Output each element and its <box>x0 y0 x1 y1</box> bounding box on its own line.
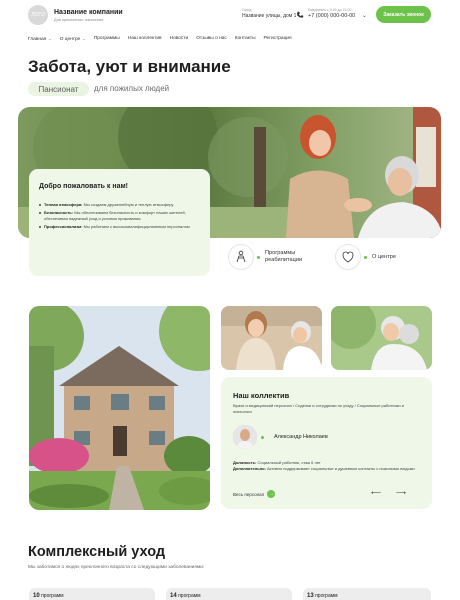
nav-item-1[interactable]: Главная ⌄ <box>28 36 52 44</box>
all-staff-link[interactable]: Весь персонал → <box>233 490 276 498</box>
center-icon <box>335 244 361 270</box>
feature-about-center[interactable]: О центре <box>335 244 396 270</box>
feature-label: О центре <box>372 253 397 260</box>
nav-item-label: Главная <box>28 37 47 42</box>
team-photo-2 <box>331 306 432 370</box>
program-card[interactable]: 14 программ <box>166 588 292 600</box>
company-tagline: Для преклонных: пансионат <box>54 18 104 22</box>
nav-item-5[interactable]: Новости <box>170 36 189 44</box>
program-count: 14 программ <box>170 593 201 599</box>
team-title: Наш коллектив <box>233 391 290 400</box>
working-hours: Ежедневно с 9:00 до 21:00 <box>308 8 352 12</box>
program-count: 10 программ <box>33 593 64 599</box>
address-label: Город <box>242 8 252 12</box>
feature-dot <box>364 255 367 259</box>
nav-item-4[interactable]: Наш коллектив <box>128 36 162 44</box>
welcome-card: Добро пожаловать к нам! Теплая атмосфера… <box>29 169 210 276</box>
prev-arrow-icon[interactable]: ⟵ <box>371 489 381 497</box>
rehab-icon <box>228 244 254 270</box>
person-dot <box>261 436 264 439</box>
site-header: ЛОГО Название компании Для преклонных: п… <box>0 0 460 30</box>
nav-item-label: О центре <box>59 37 81 42</box>
person-info: Должность: Социальный работник, стаж 6 л… <box>233 460 415 471</box>
nav-item-8[interactable]: Регистрация <box>264 36 292 44</box>
chevron-down-icon: ⌄ <box>47 36 52 41</box>
nav-item-label: Контакты <box>234 36 256 41</box>
chevron-down-icon: ⌄ <box>81 36 86 41</box>
nav-item-6[interactable]: Отзывы о нас <box>196 36 227 44</box>
hero-pill: Пансионат <box>28 82 89 96</box>
section-subtitle: Мы заботимся о людях преклонного возраст… <box>28 565 205 570</box>
welcome-list: Теплая атмосфера: Мы создаем дружелюбную… <box>39 202 205 232</box>
nav-item-7[interactable]: Контакты <box>235 36 256 44</box>
next-arrow-icon[interactable]: ⟶ <box>396 489 406 497</box>
chevron-down-icon[interactable]: ⌄ <box>362 12 367 19</box>
team-photo-1 <box>221 306 322 370</box>
house-photo <box>29 306 210 510</box>
feature-label: Программы реабилитации <box>265 250 303 263</box>
welcome-list-item: Безопасность: Мы обеспечиваем безопаснос… <box>39 210 205 221</box>
nav-item-3[interactable]: Программы <box>94 36 120 44</box>
person-name[interactable]: Александр Николаев <box>274 434 328 440</box>
arrow-right-icon: → <box>267 490 276 498</box>
nav-item-label: Регистрация <box>263 36 292 41</box>
avatar[interactable] <box>233 425 257 449</box>
page-title: Забота, уют и внимание <box>28 57 231 76</box>
hero-subtitle: для пожилых людей <box>94 84 170 93</box>
nav-item-2[interactable]: О центре ⌄ <box>60 36 86 44</box>
phone-number[interactable]: +7 (000) 000-00-00 <box>308 13 355 19</box>
team-card: Наш коллектив Врачи и медицинский персон… <box>221 377 432 509</box>
team-roles: Врачи и медицинский персонал / Сиделки и… <box>233 403 405 414</box>
nav-item-label: Отзывы о нас <box>196 36 227 41</box>
logo[interactable]: ЛОГО <box>28 5 48 25</box>
main-nav: Главная ⌄ О центре ⌄ Программы Наш коллекти… <box>28 36 300 44</box>
program-card[interactable]: 10 программ <box>29 588 155 600</box>
order-call-button[interactable]: Заказать звонок <box>376 6 431 23</box>
program-count: 13 программ <box>307 593 338 599</box>
feature-rehab-programs[interactable]: Программы реабилитации <box>228 244 302 270</box>
nav-item-label: Наш коллектив <box>127 36 162 41</box>
program-card[interactable]: 13 программ <box>303 588 431 600</box>
welcome-list-item: Теплая атмосфера: Мы создаем дружелюбную… <box>39 202 205 208</box>
company-name[interactable]: Название компании <box>54 9 123 16</box>
phone-icon <box>297 11 304 18</box>
welcome-list-item: Профессионализм: Мы работаем с высококва… <box>39 224 205 230</box>
section-title: Комплексный уход <box>28 544 166 560</box>
nav-item-label: Программы <box>93 36 120 41</box>
feature-dot <box>257 255 260 259</box>
nav-item-label: Новости <box>169 36 189 41</box>
welcome-title: Добро пожаловать к нам! <box>39 183 129 190</box>
address: Название улицы, дом 1 <box>242 13 297 19</box>
